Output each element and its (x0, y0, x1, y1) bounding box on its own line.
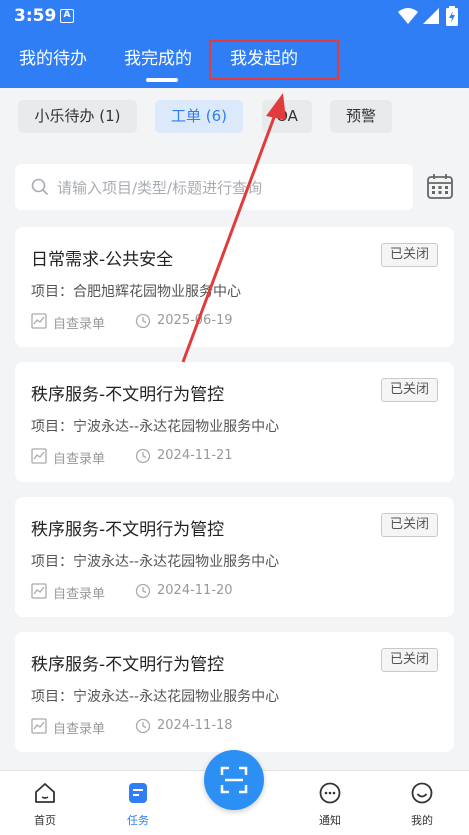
search-icon (31, 178, 49, 196)
filter-chip-work-order[interactable]: 工单 (6) (155, 100, 243, 133)
notification-a-icon: A (60, 9, 74, 23)
filter-chip-oa[interactable]: OA (262, 100, 312, 133)
card-date: 2024-11-21 (157, 448, 233, 463)
search-input[interactable]: 请输入项目/类型/标题进行查询 (15, 164, 413, 210)
status-badge: 已关闭 (381, 513, 438, 537)
clock-icon (135, 583, 151, 599)
filter-chip-xiaole-todo[interactable]: 小乐待办 (1) (18, 100, 137, 133)
nav-mine[interactable]: 我的 (392, 781, 452, 828)
card-source-type: 自查录单 (53, 452, 106, 467)
message-icon (319, 782, 341, 804)
card-source-type: 自查录单 (53, 317, 106, 332)
signal-icon (423, 8, 439, 24)
status-badge: 已关闭 (381, 378, 438, 402)
card-title: 秩序服务-不文明行为管控 (31, 520, 225, 540)
tab-my-todo[interactable]: 我的待办 (19, 44, 87, 69)
card-project: 项目：宁波永达--永达花园物业服务中心 (31, 689, 280, 705)
battery-charging-icon (446, 6, 458, 26)
chart-icon (31, 718, 47, 734)
home-icon (35, 783, 55, 803)
card-source-type: 自查录单 (53, 587, 106, 602)
nav-task-label: 任务 (127, 814, 149, 827)
status-bar: 3:59 A (0, 0, 469, 32)
scan-button[interactable] (204, 750, 264, 810)
work-order-card[interactable]: 秩序服务-不文明行为管控 已关闭 项目：宁波永达--永达花园物业服务中心 自查录… (15, 497, 454, 617)
card-title: 日常需求-公共安全 (31, 250, 174, 270)
card-project: 项目：合肥旭辉花园物业服务中心 (31, 284, 241, 300)
nav-notification-label: 通知 (319, 814, 341, 827)
annotation-highlight-box (209, 40, 339, 80)
status-badge: 已关闭 (381, 648, 438, 672)
smile-icon (411, 782, 433, 804)
card-date: 2024-11-18 (157, 718, 233, 733)
work-order-card[interactable]: 秩序服务-不文明行为管控 已关闭 项目：宁波永达--永达花园物业服务中心 自查录… (15, 632, 454, 752)
nav-notification[interactable]: 通知 (300, 781, 360, 828)
chart-icon (31, 448, 47, 464)
card-project: 项目：宁波永达--永达花园物业服务中心 (31, 419, 280, 435)
clock-icon (135, 448, 151, 464)
card-project: 项目：宁波永达--永达花园物业服务中心 (31, 554, 280, 570)
nav-task[interactable]: 任务 (108, 781, 168, 828)
filter-chip-warning[interactable]: 预警 (330, 100, 392, 133)
chart-icon (31, 313, 47, 329)
nav-mine-label: 我的 (411, 814, 433, 827)
card-date: 2025-06-19 (157, 313, 233, 328)
wifi-icon (398, 8, 418, 24)
filter-chip-row: 小乐待办 (1) 工单 (6) OA 预警 (0, 88, 469, 150)
work-order-card[interactable]: 日常需求-公共安全 已关闭 项目：合肥旭辉花园物业服务中心 自查录单 2025-… (15, 227, 454, 347)
card-title: 秩序服务-不文明行为管控 (31, 385, 225, 405)
nav-home-label: 首页 (34, 814, 56, 827)
status-time: 3:59 (14, 6, 57, 26)
tab-my-completed[interactable]: 我完成的 (124, 44, 192, 69)
work-order-card[interactable]: 秩序服务-不文明行为管控 已关闭 项目：宁波永达--永达花园物业服务中心 自查录… (15, 362, 454, 482)
active-tab-indicator (146, 78, 178, 82)
chart-icon (31, 583, 47, 599)
card-date: 2024-11-20 (157, 583, 233, 598)
task-icon (129, 783, 147, 803)
clock-icon (135, 718, 151, 734)
status-badge: 已关闭 (381, 243, 438, 267)
card-title: 秩序服务-不文明行为管控 (31, 655, 225, 675)
card-source-type: 自查录单 (53, 722, 106, 737)
search-placeholder: 请输入项目/类型/标题进行查询 (57, 179, 263, 197)
nav-home[interactable]: 首页 (15, 781, 75, 828)
calendar-icon[interactable] (426, 172, 454, 200)
scan-icon (220, 766, 248, 794)
clock-icon (135, 313, 151, 329)
